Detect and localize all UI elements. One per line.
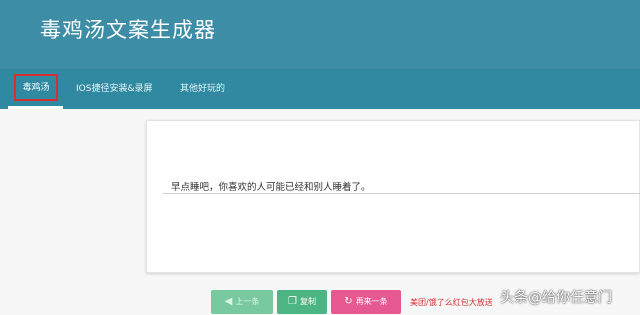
app-header: 毒鸡汤文案生成器: [0, 0, 640, 69]
copy-icon: ❐: [288, 296, 297, 307]
arrow-left-icon: ◀: [224, 296, 233, 307]
copy-button[interactable]: ❐ 复制: [277, 290, 327, 314]
quote-card: 早点睡吧，你喜欢的人可能已经和别人睡着了。: [146, 120, 640, 273]
next-button[interactable]: ↻ 再来一条: [331, 290, 401, 314]
prev-button-label: 上一条: [235, 297, 260, 306]
tab-ios-shortcut[interactable]: IOS捷径安装&录屏: [76, 69, 152, 109]
copy-button-label: 复制: [299, 297, 316, 306]
quote-field[interactable]: 早点睡吧，你喜欢的人可能已经和别人睡着了。: [163, 178, 640, 194]
quote-text: 早点睡吧，你喜欢的人可能已经和别人睡着了。: [171, 182, 371, 193]
watermark: 头条@给你任意门: [500, 290, 612, 306]
tab-bar: 毒鸡汤 IOS捷径安装&录屏 其他好玩的: [0, 69, 640, 109]
tab-poison-soup[interactable]: 毒鸡汤: [8, 69, 63, 109]
promo-link[interactable]: 美团/饿了么红包大放送: [410, 297, 493, 308]
refresh-icon: ↻: [344, 296, 353, 307]
next-button-label: 再来一条: [355, 297, 388, 306]
prev-button[interactable]: ◀ 上一条: [211, 290, 273, 314]
tab-other-fun[interactable]: 其他好玩的: [180, 69, 225, 109]
app-title: 毒鸡汤文案生成器: [40, 18, 216, 42]
tab-label-highlight: 毒鸡汤: [14, 74, 58, 101]
